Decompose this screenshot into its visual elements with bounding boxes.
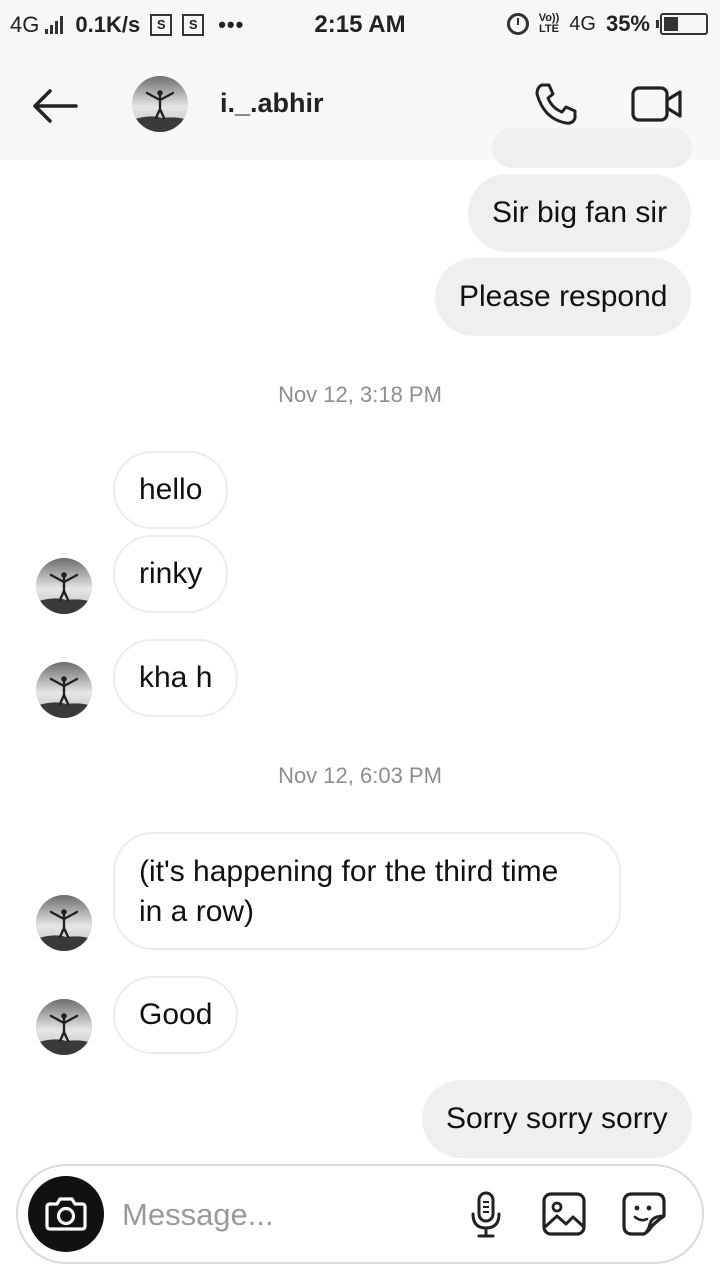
sender-avatar[interactable] xyxy=(36,558,92,614)
sender-avatar[interactable] xyxy=(36,895,92,951)
received-message[interactable]: Good xyxy=(113,976,239,1054)
message-text: Sorry sorry sorry xyxy=(446,1102,668,1135)
lte-indicator: 4G xyxy=(569,12,596,35)
video-camera-icon xyxy=(631,86,682,122)
sent-message[interactable]: Please respond xyxy=(435,258,692,336)
sender-avatar[interactable] xyxy=(36,662,92,718)
chat-username[interactable]: i._.abhir xyxy=(220,88,324,119)
status-right: Vo)) LTE 4G 35% xyxy=(506,11,708,37)
camera-icon xyxy=(45,1197,87,1231)
message-text: rinky xyxy=(139,557,203,590)
sent-message[interactable]: Sorry sorry sorry xyxy=(422,1080,692,1158)
avatar-image xyxy=(36,999,92,1055)
call-button[interactable] xyxy=(532,80,580,128)
battery-icon xyxy=(656,13,708,35)
arrow-left-icon xyxy=(33,89,78,123)
received-message[interactable]: rinky xyxy=(113,535,229,613)
battery-percent: 35% xyxy=(605,11,650,36)
timestamp: Nov 12, 3:18 PM xyxy=(278,382,442,407)
message-text: Sir big fan sir xyxy=(492,196,668,229)
message-bubble-partial xyxy=(492,128,692,168)
sticker-icon xyxy=(622,1192,666,1236)
camera-button[interactable] xyxy=(28,1176,104,1252)
message-text: Good xyxy=(139,998,213,1031)
sticker-button[interactable] xyxy=(620,1190,668,1238)
avatar-image xyxy=(36,895,92,951)
back-button[interactable] xyxy=(30,88,80,124)
volte-icon: Vo)) LTE xyxy=(538,12,560,35)
avatar-image xyxy=(132,76,188,132)
message-text: kha h xyxy=(139,661,213,694)
received-message[interactable]: kha h xyxy=(113,639,239,717)
message-composer xyxy=(16,1164,704,1264)
received-message[interactable]: hello xyxy=(113,451,229,529)
avatar-image xyxy=(36,662,92,718)
received-message[interactable]: (it's happening for the third time in a … xyxy=(113,832,621,950)
sent-message[interactable]: Sir big fan sir xyxy=(468,174,692,252)
microphone-button[interactable] xyxy=(462,1190,510,1238)
message-input[interactable] xyxy=(120,1190,444,1240)
image-icon xyxy=(542,1192,586,1236)
message-text: hello xyxy=(139,473,203,506)
status-bar: 4G 0.1K/s S S ••• 2:15 AM Vo)) LTE 4G 35% xyxy=(0,0,720,50)
sender-avatar[interactable] xyxy=(36,999,92,1055)
video-call-button[interactable] xyxy=(630,80,684,128)
message-text-line: (it's happening for the third time xyxy=(139,855,559,888)
message-text: Please respond xyxy=(459,280,668,313)
microphone-icon xyxy=(471,1191,501,1238)
header-avatar[interactable] xyxy=(132,76,188,132)
alarm-icon xyxy=(506,13,529,35)
phone-icon xyxy=(535,83,577,125)
gallery-button[interactable] xyxy=(540,1190,588,1238)
message-text-line: in a row) xyxy=(139,895,255,928)
timestamp: Nov 12, 6:03 PM xyxy=(278,763,442,788)
avatar-image xyxy=(36,558,92,614)
